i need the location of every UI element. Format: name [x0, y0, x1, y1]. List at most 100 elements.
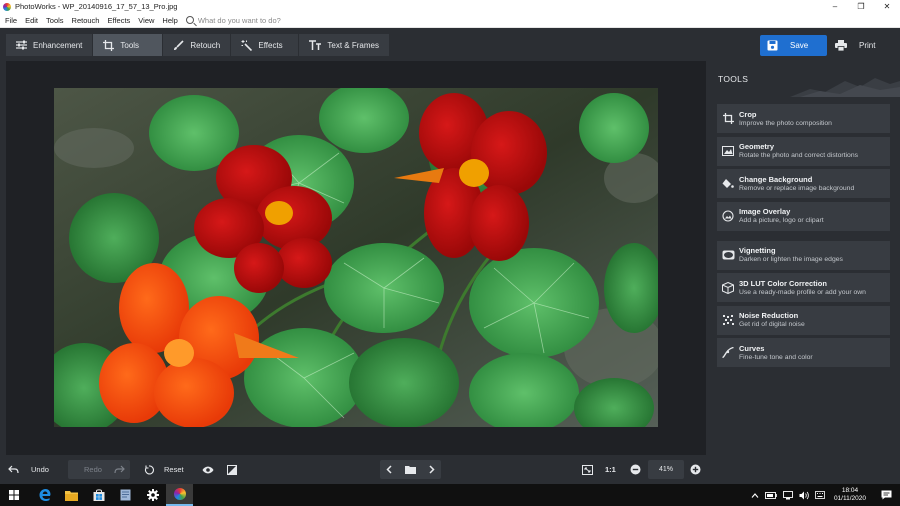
- app-logo-icon: [3, 2, 11, 11]
- bottom-toolbar: Undo Redo Reset 1:1 41%: [0, 455, 900, 484]
- tool-curves[interactable]: Curves Fine-tune tone and color: [717, 338, 890, 367]
- redo-button[interactable]: Redo: [68, 460, 130, 479]
- tray-volume[interactable]: [799, 491, 809, 500]
- reset-label: Reset: [164, 465, 184, 474]
- plus-circle-icon: [690, 464, 701, 475]
- tool-geometry-name: Geometry: [739, 142, 775, 151]
- zoom-in-button[interactable]: [690, 460, 701, 479]
- maximize-button[interactable]: ❐: [848, 0, 874, 13]
- clock-date: 01/11/2020: [833, 495, 866, 502]
- reset-button[interactable]: Reset: [142, 460, 196, 479]
- tray-language[interactable]: [815, 491, 825, 499]
- command-search[interactable]: What do you want to do?: [185, 16, 281, 25]
- tab-tools[interactable]: Tools: [93, 34, 164, 56]
- noise-icon: [722, 314, 734, 325]
- taskbar-clock[interactable]: 18:04 01/11/2020: [834, 487, 866, 503]
- tool-vignetting-desc: Darken or lighten the image edges: [739, 256, 843, 263]
- menu-effects[interactable]: Effects: [103, 16, 134, 25]
- next-image-button[interactable]: [429, 465, 435, 474]
- tab-text-frames[interactable]: Text & Frames: [299, 34, 390, 56]
- fit-screen-icon: [582, 464, 593, 475]
- menu-bar: File Edit Tools Retouch Effects View Hel…: [0, 13, 900, 28]
- tray-network[interactable]: [782, 490, 793, 500]
- fit-to-screen-button[interactable]: [582, 460, 594, 479]
- chevron-left-icon: [386, 465, 392, 474]
- speaker-icon: [799, 491, 809, 499]
- start-button[interactable]: [0, 484, 27, 506]
- print-button[interactable]: Print: [829, 35, 892, 56]
- gear-icon: [146, 489, 159, 501]
- tool-curves-desc: Fine-tune tone and color: [739, 353, 813, 361]
- tool-noise-reduction[interactable]: Noise Reduction Get rid of digital noise: [717, 305, 890, 335]
- menu-help[interactable]: Help: [158, 16, 181, 25]
- open-folder-button[interactable]: [404, 465, 416, 474]
- text-icon: [309, 40, 322, 50]
- zoom-level[interactable]: 41%: [648, 460, 684, 479]
- tool-image-overlay[interactable]: Image Overlay Add a picture, logo or clip…: [717, 201, 890, 231]
- actual-size-button[interactable]: 1:1: [605, 460, 616, 479]
- taskbar-notes[interactable]: [112, 484, 139, 506]
- curves-icon: [722, 347, 734, 358]
- search-icon: [185, 16, 194, 24]
- tab-retouch[interactable]: Retouch: [163, 34, 232, 56]
- zoom-out-button[interactable]: [630, 460, 641, 479]
- crop-icon: [722, 113, 734, 124]
- close-button[interactable]: ✕: [874, 0, 900, 13]
- tool-3d-lut-name: 3D LUT Color Correction: [739, 278, 827, 288]
- minimize-button[interactable]: –: [822, 0, 848, 13]
- tool-noise-reduction-desc: Get rid of digital noise: [739, 321, 805, 328]
- minus-circle-icon: [630, 464, 641, 475]
- taskbar-store[interactable]: [85, 484, 112, 506]
- chevron-up-icon: [751, 492, 759, 498]
- chevron-right-icon: [429, 465, 435, 474]
- tool-vignetting[interactable]: Vignetting Darken or lighten the image ed…: [717, 240, 890, 270]
- previous-image-button[interactable]: [386, 465, 392, 474]
- menu-tools[interactable]: Tools: [42, 16, 68, 25]
- tool-geometry-desc: Rotate the photo and correct distortions: [739, 152, 859, 159]
- photoworks-app-icon: [173, 488, 186, 500]
- tool-change-background-name: Change Background: [739, 174, 813, 184]
- tool-list: Crop Improve the photo composition Geomet…: [717, 104, 890, 371]
- taskbar-settings[interactable]: [139, 484, 166, 506]
- tool-crop-desc: Improve the photo composition: [739, 119, 832, 127]
- floppy-disk-icon: [767, 40, 778, 51]
- taskbar-file-explorer[interactable]: [58, 484, 85, 506]
- print-button-label: Print: [859, 41, 876, 50]
- magic-wand-icon: [241, 39, 253, 51]
- window-controls: – ❐ ✕: [822, 0, 900, 13]
- eye-icon: [202, 466, 214, 473]
- tool-3d-lut[interactable]: 3D LUT Color Correction Use a ready-made …: [717, 273, 890, 302]
- tool-3d-lut-desc: Use a ready-made profile or add your own: [739, 288, 866, 296]
- tray-overflow-button[interactable]: [751, 492, 759, 498]
- menu-file[interactable]: File: [0, 16, 21, 25]
- taskbar-edge[interactable]: [31, 484, 58, 506]
- folder-icon: [404, 466, 416, 474]
- menu-retouch[interactable]: Retouch: [68, 16, 104, 25]
- tool-geometry[interactable]: Geometry Rotate the photo and correct dis…: [717, 136, 890, 166]
- reset-icon: [144, 464, 154, 475]
- tray-battery[interactable]: [764, 491, 777, 499]
- undo-button[interactable]: Undo: [8, 460, 64, 479]
- taskbar-photoworks[interactable]: [166, 484, 193, 506]
- save-button[interactable]: Save: [760, 35, 827, 56]
- tab-effects[interactable]: Effects: [231, 34, 300, 56]
- tool-crop[interactable]: Crop Improve the photo composition: [717, 104, 890, 133]
- preview-toggle[interactable]: [202, 460, 216, 479]
- windows-logo-icon: [8, 490, 19, 500]
- folder-icon: [65, 490, 78, 501]
- cube-icon: [722, 281, 734, 294]
- system-tray: 18:04 01/11/2020: [748, 484, 900, 506]
- redo-icon: [114, 465, 125, 474]
- menu-edit[interactable]: Edit: [21, 16, 42, 25]
- compare-button[interactable]: [227, 460, 241, 479]
- tab-enhancement[interactable]: Enhancement: [6, 34, 94, 56]
- clock-time: 18:04: [841, 487, 859, 494]
- photo-preview[interactable]: [54, 88, 658, 427]
- tab-enhancement-label: Enhancement: [33, 40, 83, 50]
- image-navigation: [380, 460, 441, 479]
- tool-change-background[interactable]: Change Background Remove or replace image…: [717, 169, 890, 198]
- tab-effects-label: Effects: [258, 40, 283, 50]
- menu-view[interactable]: View: [134, 16, 158, 25]
- tools-panel-title: TOOLS: [718, 74, 749, 84]
- action-center-button[interactable]: [881, 490, 892, 500]
